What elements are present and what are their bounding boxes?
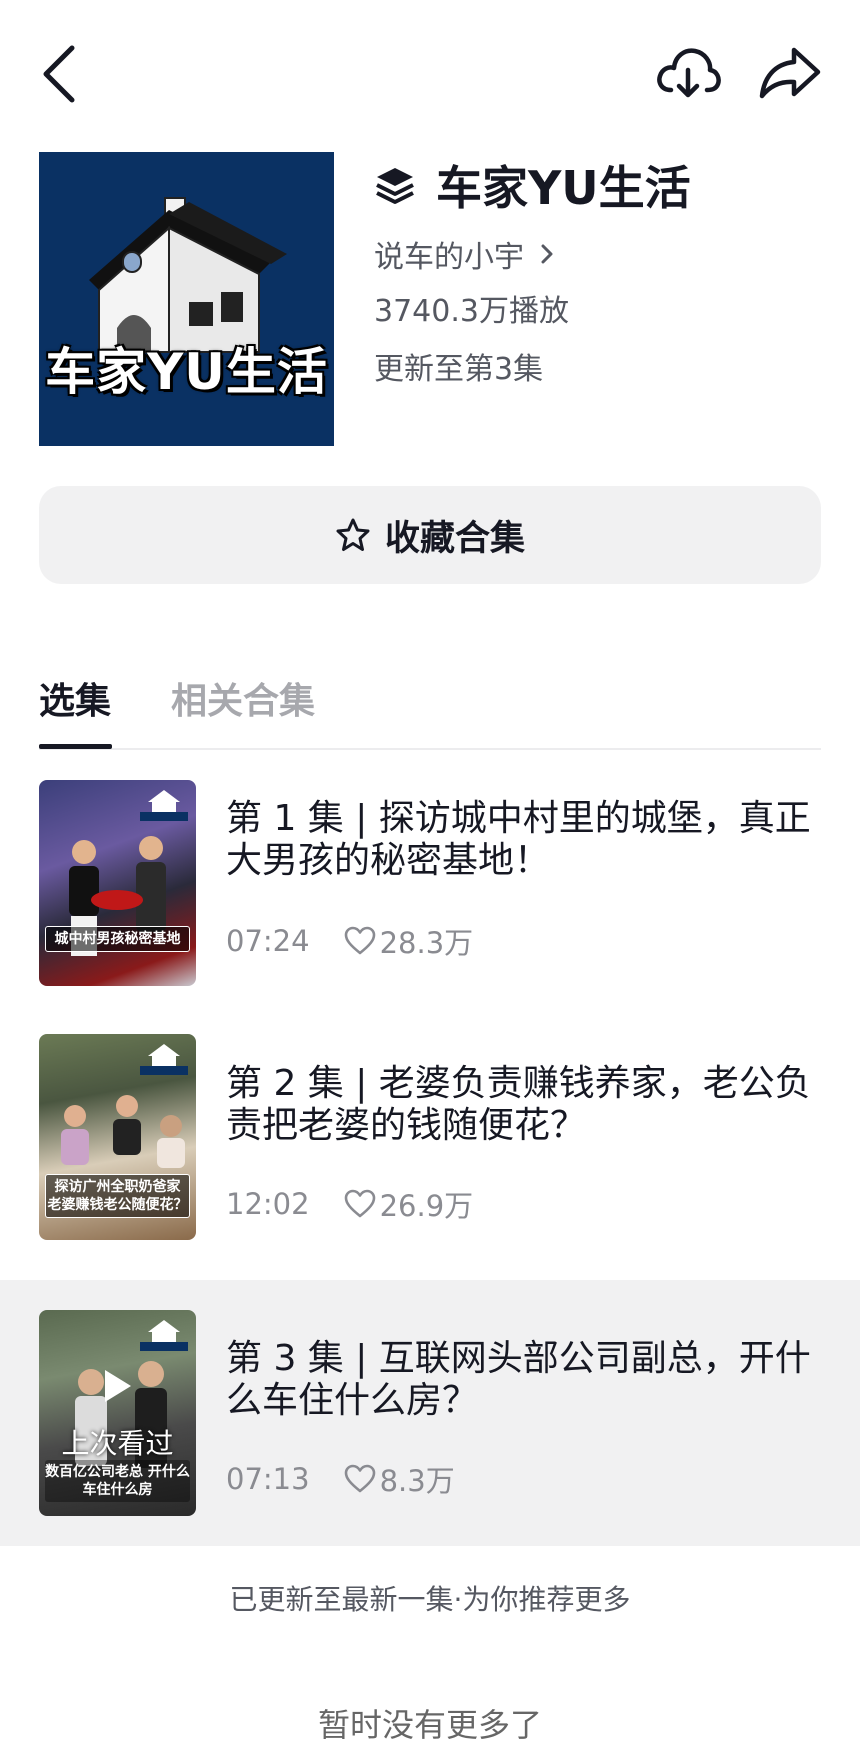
episode-duration: 07:13 [226,1462,310,1496]
episode-item-2[interactable]: 探访广州全职奶爸家 老婆赚钱老公随便花？ 第 2 集 | 老婆负责赚钱养家，老公… [0,1033,860,1268]
share-button[interactable] [758,44,822,102]
active-tab-indicator [39,744,112,749]
end-of-list-text: 暂时没有更多了 [317,1706,542,1744]
top-bar [0,0,860,150]
download-button[interactable] [655,44,721,102]
episode-title: 第 2 集 | 老婆负责赚钱养家，老公负责把老婆的钱随便花？ [226,1063,811,1146]
thumbnail-caption: 城中村男孩秘密基地 [45,926,190,952]
tab-bar: 选集 相关合集 [39,660,821,750]
channel-logo-icon [140,1320,188,1351]
cloud-download-icon [657,48,721,98]
episode-meta: 07:24 28.3万 [226,920,473,962]
tab-related-collections[interactable]: 相关合集 [171,672,315,724]
episode-meta: 12:02 26.9万 [226,1183,473,1225]
episode-item-1[interactable]: 城中村男孩秘密基地 第 1 集 | 探访城中村里的城堡，真正大男孩的秘密基地！ … [0,770,860,1005]
channel-logo-icon [140,790,188,821]
share-arrow-icon [759,47,821,99]
episode-thumbnail: 探访广州全职奶爸家 老婆赚钱老公随便花？ [39,1034,196,1240]
update-status: 更新至第3集 [374,352,544,387]
last-watched-label: 上次看过 [61,1427,174,1460]
thumbnail-caption: 探访广州全职奶爸家 老婆赚钱老公随便花？ [45,1174,190,1218]
episode-title: 第 3 集 | 互联网头部公司副总，开什么车住什么房？ [226,1338,811,1421]
collection-title: 车家YU生活 [436,161,691,215]
episode-likes: 28.3万 [379,926,474,960]
author-name: 说车的小宇 [374,240,524,275]
channel-logo-icon [140,1044,188,1075]
episode-duration: 12:02 [226,1187,310,1221]
collection-cover[interactable]: 车家YU生活 [39,152,334,446]
star-icon [336,518,370,551]
back-button[interactable] [38,40,84,108]
episode-meta: 07:13 8.3万 [226,1458,455,1500]
heart-icon [344,926,375,955]
layers-icon [376,168,414,204]
episode-title: 第 1 集 | 探访城中村里的城堡，真正大男孩的秘密基地！ [226,798,811,881]
chevron-left-icon [43,45,75,103]
footer-note: 已更新至最新一集·为你推荐更多 [229,1583,631,1616]
episode-thumbnail: 城中村男孩秘密基地 [39,780,196,986]
episode-likes: 8.3万 [379,1464,455,1498]
episode-item-3[interactable]: 上次看过 数百亿公司老总 开什么车住什么房 第 3 集 | 互联网头部公司副总，… [0,1280,860,1546]
episode-duration: 07:24 [226,924,310,958]
favorite-collection-button[interactable]: 收藏合集 [39,486,821,584]
author-link[interactable]: 说车的小宇 [374,232,834,276]
play-count: 3740.3万播放 [374,294,569,329]
heart-icon [344,1464,375,1493]
heart-icon [344,1189,375,1218]
favorite-label: 收藏合集 [384,518,525,559]
cover-title: 车家YU生活 [45,343,328,401]
episode-likes: 26.9万 [379,1189,474,1223]
chevron-right-icon [541,244,553,264]
tab-episodes[interactable]: 选集 [39,672,111,724]
play-icon [105,1370,131,1402]
collection-info: 车家YU生活 说车的小宇 3740.3万播放 更新至第3集 [374,152,834,392]
thumbnail-caption: 数百亿公司老总 开什么车住什么房 [45,1460,190,1502]
collection-title-row: 车家YU生活 [374,152,834,218]
episode-thumbnail: 上次看过 数百亿公司老总 开什么车住什么房 [39,1310,196,1516]
